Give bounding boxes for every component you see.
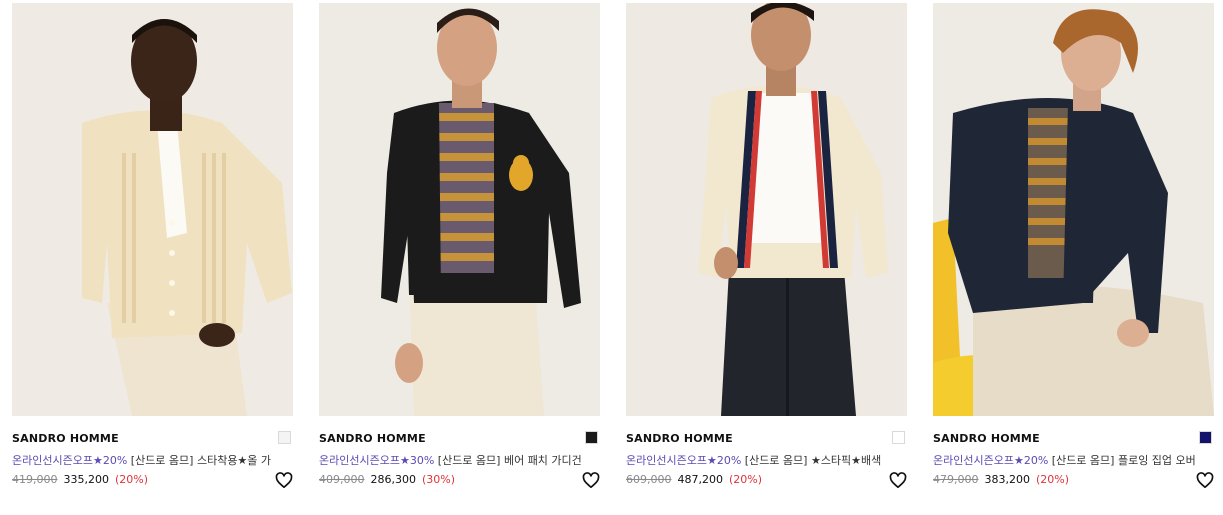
sale-price: 335,200 (63, 473, 110, 486)
color-swatch[interactable] (892, 431, 905, 444)
brand-name: SANDRO HOMME (626, 432, 733, 445)
price-row: 479,000 383,200 (20%) (933, 473, 1069, 486)
original-price: 479,000 (933, 473, 979, 486)
original-price: 409,000 (319, 473, 365, 486)
promo-text: 온라인선시즌오프★20% (12, 454, 128, 467)
product-image[interactable] (319, 3, 600, 416)
product-image[interactable] (933, 3, 1214, 416)
original-price: 609,000 (626, 473, 672, 486)
product-title: [산드로 옴므] 베어 패치 가디건 (434, 454, 582, 467)
product-card[interactable]: SANDRO HOMME 온라인선시즌오프★20% [산드로 옴므] 스타착용★… (12, 0, 293, 500)
product-title: [산드로 옴므] 스타착용★올 가 (127, 454, 272, 467)
price-row: 609,000 487,200 (20%) (626, 473, 762, 486)
brand-name: SANDRO HOMME (319, 432, 426, 445)
price-row: 419,000 335,200 (20%) (12, 473, 148, 486)
original-price: 419,000 (12, 473, 58, 486)
color-swatch[interactable] (585, 431, 598, 444)
product-name[interactable]: 온라인선시즌오프★30% [산드로 옴므] 베어 패치 가디건 (319, 452, 600, 468)
product-grid: SANDRO HOMME 온라인선시즌오프★20% [산드로 옴므] 스타착용★… (0, 0, 1223, 515)
discount-rate: (20%) (115, 473, 149, 486)
brand-name: SANDRO HOMME (12, 432, 119, 445)
product-name[interactable]: 온라인선시즌오프★20% [산드로 옴므] ★스타픽★배색 (626, 452, 907, 468)
color-swatch[interactable] (278, 431, 291, 444)
product-image[interactable] (12, 3, 293, 416)
heart-icon[interactable] (582, 472, 600, 489)
heart-icon[interactable] (1196, 472, 1214, 489)
product-card[interactable]: SANDRO HOMME 온라인선시즌오프★30% [산드로 옴므] 베어 패치… (319, 0, 600, 500)
product-card[interactable]: SANDRO HOMME 온라인선시즌오프★20% [산드로 옴므] ★스타픽★… (626, 0, 907, 500)
product-title: [산드로 옴므] 플로잉 집업 오버 (1048, 454, 1196, 467)
sale-price: 487,200 (677, 473, 724, 486)
product-image[interactable] (626, 3, 907, 416)
promo-text: 온라인선시즌오프★20% (626, 454, 742, 467)
discount-rate: (20%) (729, 473, 763, 486)
product-title: [산드로 옴므] ★스타픽★배색 (741, 454, 882, 467)
discount-rate: (30%) (422, 473, 456, 486)
heart-icon[interactable] (275, 472, 293, 489)
promo-text: 온라인선시즌오프★20% (933, 454, 1049, 467)
sale-price: 286,300 (370, 473, 417, 486)
product-name[interactable]: 온라인선시즌오프★20% [산드로 옴므] 스타착용★올 가 (12, 452, 293, 468)
discount-rate: (20%) (1036, 473, 1070, 486)
color-swatch[interactable] (1199, 431, 1212, 444)
product-card[interactable]: SANDRO HOMME 온라인선시즌오프★20% [산드로 옴므] 플로잉 집… (933, 0, 1214, 500)
promo-text: 온라인선시즌오프★30% (319, 454, 435, 467)
heart-icon[interactable] (889, 472, 907, 489)
brand-name: SANDRO HOMME (933, 432, 1040, 445)
price-row: 409,000 286,300 (30%) (319, 473, 455, 486)
product-name[interactable]: 온라인선시즌오프★20% [산드로 옴므] 플로잉 집업 오버 (933, 452, 1214, 468)
sale-price: 383,200 (984, 473, 1031, 486)
